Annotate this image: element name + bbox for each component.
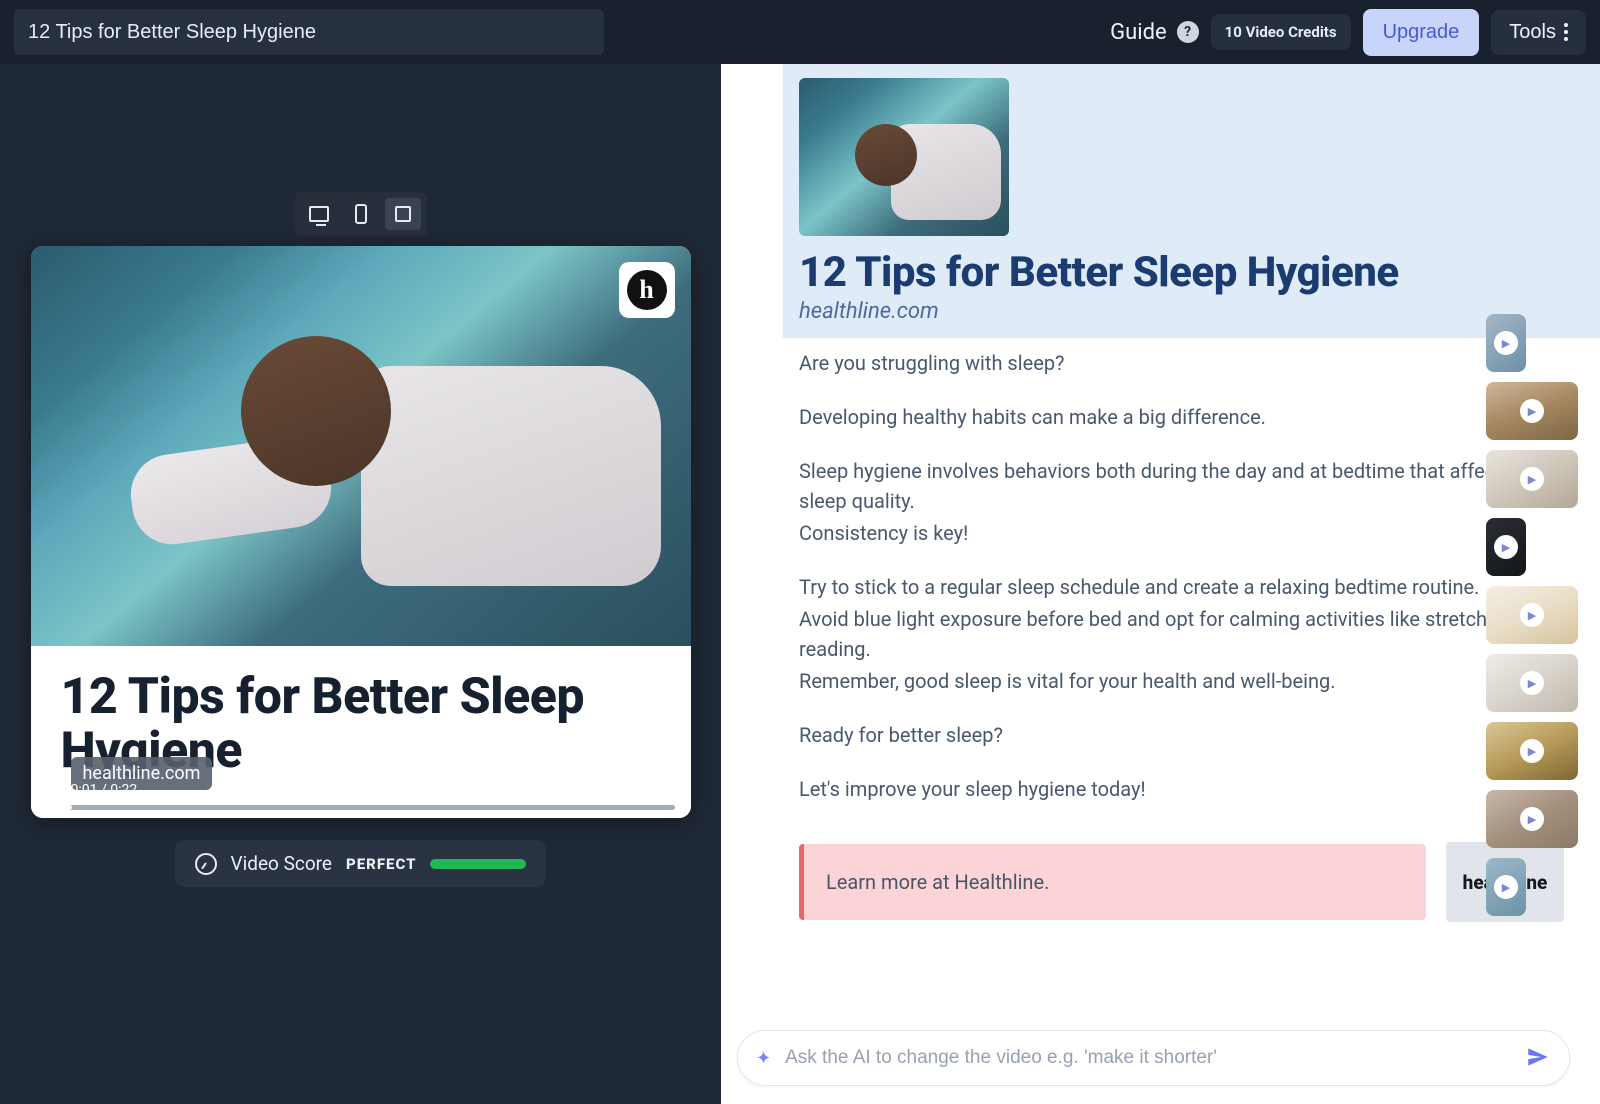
clip-thumb[interactable] — [1486, 790, 1578, 848]
clip-thumb[interactable] — [1486, 586, 1578, 644]
sparkle-icon: ✦ — [756, 1048, 771, 1069]
device-square-button[interactable] — [385, 198, 421, 230]
tools-button[interactable]: Tools — [1491, 10, 1586, 55]
video-preview-card[interactable]: h 12 Tips for Better Sleep Hygiene healt… — [31, 246, 691, 818]
clip-thumb[interactable] — [1486, 314, 1526, 372]
device-toggle — [295, 192, 427, 236]
paragraph[interactable]: Developing healthy habits can make a big… — [799, 402, 1564, 432]
score-label: Video Score — [231, 852, 332, 875]
document-title[interactable]: 12 Tips for Better Sleep Hygiene — [799, 248, 1600, 297]
brand-logo-badge: h — [619, 262, 675, 318]
player-controls: 0:01 / 0:22 — [31, 772, 691, 818]
preview-pane: h 12 Tips for Better Sleep Hygiene healt… — [0, 64, 721, 1104]
guide-link[interactable]: Guide ? — [1110, 20, 1199, 45]
send-button[interactable] — [1525, 1044, 1551, 1073]
gauge-icon — [195, 853, 217, 875]
paragraph[interactable]: Ready for better sleep? — [799, 720, 1564, 750]
paragraph[interactable]: Are you struggling with sleep? — [799, 348, 1564, 378]
video-score-panel: Video Score PERFECT — [175, 840, 547, 887]
square-icon — [395, 206, 411, 222]
preview-frame-image: h — [31, 246, 691, 646]
paragraph[interactable]: Sleep hygiene involves behaviors both du… — [799, 456, 1564, 516]
desktop-icon — [309, 206, 329, 222]
clip-thumb[interactable] — [1486, 858, 1526, 916]
more-vertical-icon — [1564, 23, 1568, 41]
paragraph[interactable]: Try to stick to a regular sleep schedule… — [799, 572, 1564, 602]
video-credits-pill[interactable]: 10 Video Credits — [1211, 14, 1351, 50]
send-icon — [1525, 1044, 1551, 1070]
score-badge: PERFECT — [346, 855, 416, 873]
device-desktop-button[interactable] — [301, 198, 337, 230]
paragraph[interactable]: Remember, good sleep is vital for your h… — [799, 666, 1564, 696]
progress-track[interactable] — [47, 805, 675, 810]
project-title-input[interactable] — [14, 9, 604, 55]
ai-prompt-input[interactable] — [785, 1047, 1511, 1069]
document-site: healthline.com — [799, 299, 1600, 324]
progress-fill — [47, 805, 72, 810]
clip-thumb[interactable] — [1486, 518, 1526, 576]
clip-thumb[interactable] — [1486, 382, 1578, 440]
help-icon[interactable]: ? — [1177, 21, 1199, 43]
callout-block[interactable]: Learn more at Healthline. — [799, 844, 1426, 920]
clip-thumb[interactable] — [1486, 450, 1578, 508]
document-pane: + ⚙ ⠿ 12 Tips for Better Sleep Hygiene h… — [721, 64, 1600, 1104]
ai-prompt-bar: ✦ — [737, 1030, 1570, 1086]
upgrade-button[interactable]: Upgrade — [1363, 9, 1480, 56]
paragraph[interactable]: Avoid blue light exposure before bed and… — [799, 604, 1564, 664]
paragraph[interactable]: Let's improve your sleep hygiene today! — [799, 774, 1564, 804]
clip-rail — [1486, 314, 1578, 916]
article-body[interactable]: Are you struggling with sleep? Developin… — [783, 338, 1600, 842]
tools-label: Tools — [1509, 21, 1556, 44]
paragraph[interactable]: Consistency is key! — [799, 518, 1564, 548]
clip-thumb[interactable] — [1486, 722, 1578, 780]
time-display: 0:01 / 0:22 — [71, 782, 138, 798]
play-button[interactable] — [47, 781, 61, 799]
phone-icon — [355, 204, 367, 224]
device-phone-button[interactable] — [343, 198, 379, 230]
score-bar — [430, 859, 526, 869]
document-hero: 12 Tips for Better Sleep Hygiene healthl… — [783, 64, 1600, 338]
brand-logo-letter: h — [627, 270, 667, 310]
document-thumbnail[interactable] — [799, 78, 1009, 236]
clip-thumb[interactable] — [1486, 654, 1578, 712]
topbar: Guide ? 10 Video Credits Upgrade Tools — [0, 0, 1600, 64]
guide-label: Guide — [1110, 20, 1167, 45]
